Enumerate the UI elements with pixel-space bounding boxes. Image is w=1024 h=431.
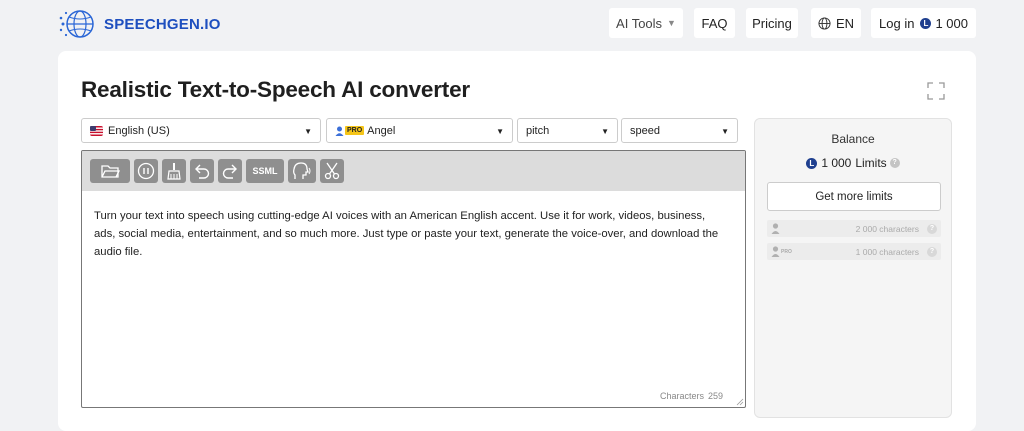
open-file-button[interactable] [90, 159, 130, 183]
redo-button[interactable] [218, 159, 242, 183]
globe-icon [818, 16, 831, 30]
dropdown-arrow-icon: ▼ [721, 127, 729, 136]
person-icon [335, 126, 344, 136]
top-header: SPEECHGEN.IO AI Tools ▼ FAQ Pricing EN L… [0, 0, 1024, 48]
help-icon[interactable]: ? [927, 246, 937, 257]
person-icon [771, 246, 780, 257]
cut-button[interactable] [320, 159, 344, 183]
language-label: EN [835, 15, 855, 31]
help-icon[interactable]: ? [889, 158, 900, 168]
speed-select[interactable]: speed ▼ [621, 118, 738, 143]
us-flag-icon [90, 125, 103, 136]
faq-label: FAQ [701, 15, 728, 31]
logo[interactable]: SPEECHGEN.IO [58, 6, 221, 42]
ssml-button[interactable]: SSML [246, 159, 284, 183]
pro-badge: PRO [345, 126, 365, 135]
pro-tier-row: PRO 1 000 characters ? [767, 243, 941, 260]
pro-tier-icon: PRO [771, 246, 792, 257]
undo-button[interactable] [190, 159, 214, 183]
page-title: Realistic Text-to-Speech AI converter [81, 77, 470, 102]
language-select[interactable]: English (US) ▼ [81, 118, 321, 143]
folder-icon [101, 165, 120, 178]
dropdown-arrow-icon: ▼ [601, 127, 609, 136]
balance-amount: L 1 000 Limits ? [755, 156, 951, 170]
get-more-limits-label: Get more limits [815, 190, 893, 203]
get-more-limits-button[interactable]: Get more limits [767, 182, 941, 211]
person-icon [771, 223, 780, 234]
pause-button[interactable] [134, 159, 158, 183]
tier-characters: 1 000 characters [855, 246, 919, 257]
character-counter-label: Characters [659, 391, 704, 401]
ai-tools-menu[interactable]: AI Tools ▼ [609, 8, 683, 38]
faq-link[interactable]: FAQ [694, 8, 735, 38]
pricing-link[interactable]: Pricing [746, 8, 798, 38]
balance-title: Balance [831, 132, 875, 146]
voice-select[interactable]: PRO Angel ▼ [326, 118, 513, 143]
language-value: English (US) [108, 124, 170, 137]
logo-text: SPEECHGEN.IO [104, 15, 221, 33]
free-tier-icon [771, 223, 780, 234]
globe-logo-icon [59, 10, 94, 38]
fullscreen-icon[interactable] [927, 82, 945, 100]
voice-value: Angel [367, 124, 396, 137]
pitch-value: pitch [526, 124, 550, 137]
clean-text-button[interactable] [162, 159, 186, 183]
redo-icon [222, 164, 237, 179]
balance-panel: Balance L 1 000 Limits ? Get more limits… [754, 118, 952, 418]
login-label: Log in [879, 15, 915, 31]
converter-card: Realistic Text-to-Speech AI converter En… [58, 51, 976, 431]
ai-tools-label: AI Tools [616, 15, 663, 31]
voice-button[interactable] [288, 159, 316, 183]
resize-handle-icon[interactable] [736, 398, 744, 406]
login-button[interactable]: Log in L 1 000 [871, 8, 976, 38]
editor-toolbar: SSML [82, 151, 745, 191]
speed-value: speed [630, 124, 660, 137]
pitch-select[interactable]: pitch ▼ [517, 118, 618, 143]
limits-coin-icon: L [920, 17, 932, 29]
help-icon[interactable]: ? [927, 223, 937, 234]
balance-amount-value: 1 000 [821, 156, 852, 170]
language-switcher[interactable]: EN [811, 8, 861, 38]
caret-down-icon: ▼ [667, 18, 676, 28]
character-count-value: 259 [707, 391, 723, 401]
pause-icon [137, 162, 155, 180]
text-editor[interactable]: SSML Turn your text into speech using cu… [81, 150, 746, 408]
limits-coin-icon: L [806, 157, 818, 169]
broom-icon [167, 163, 181, 180]
free-tier-row: 2 000 characters ? [767, 220, 941, 237]
pricing-label: Pricing [752, 15, 792, 31]
dropdown-arrow-icon: ▼ [496, 127, 504, 136]
balance-unit: Limits [855, 156, 887, 170]
editor-text[interactable]: Turn your text into speech using cutting… [94, 207, 724, 261]
pro-tier-badge: PRO [781, 248, 792, 255]
character-counter: Characters 259 [660, 391, 723, 401]
login-balance: 1 000 [935, 15, 968, 31]
tier-characters: 2 000 characters [855, 223, 919, 234]
undo-icon [195, 164, 210, 179]
scissors-icon [324, 162, 340, 180]
speaking-head-icon [293, 162, 311, 179]
ssml-label: SSML [252, 166, 278, 176]
dropdown-arrow-icon: ▼ [304, 127, 312, 136]
